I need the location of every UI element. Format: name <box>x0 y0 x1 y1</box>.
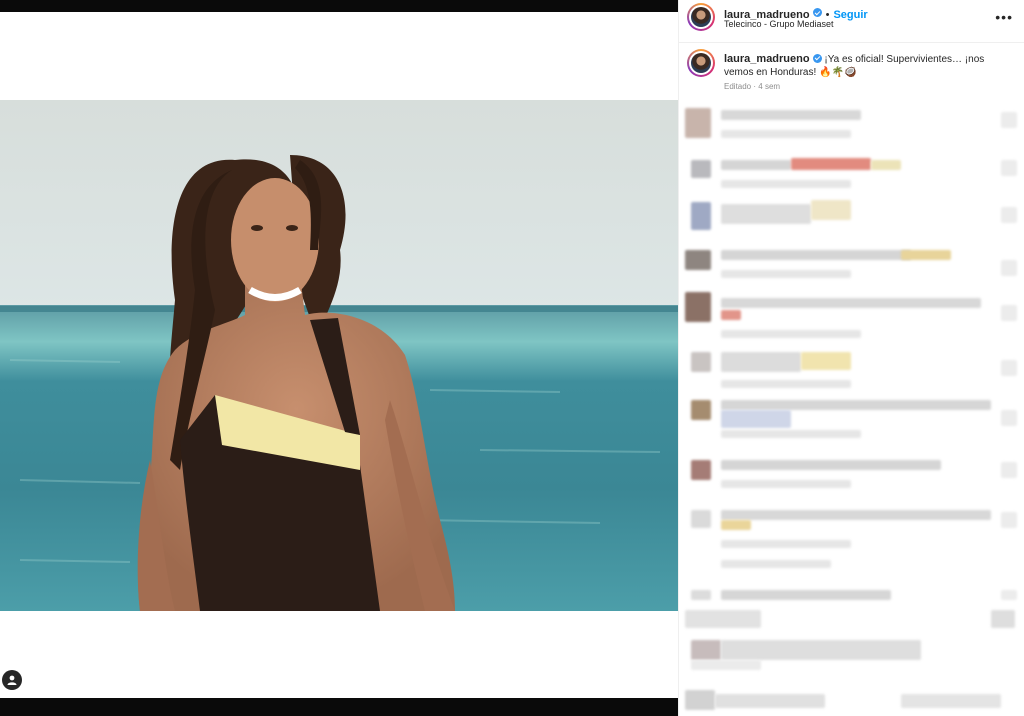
comment-avatar[interactable] <box>691 590 711 600</box>
heart-icon[interactable] <box>1001 112 1017 128</box>
post-header: laura_madrueno • Seguir Telecinco - Grupo … <box>679 0 1024 43</box>
heart-icon[interactable] <box>1001 590 1017 600</box>
comment-text <box>901 694 1001 708</box>
comment-text <box>721 460 941 470</box>
avatar[interactable] <box>687 3 715 31</box>
comment-avatar[interactable] <box>685 292 711 322</box>
comment-text <box>721 110 861 120</box>
comment-emoji <box>721 520 751 530</box>
comment-meta <box>721 330 861 338</box>
comment-meta <box>721 430 861 438</box>
comment-avatar[interactable] <box>691 510 711 528</box>
edited-label: Editado <box>724 82 752 91</box>
comment-avatar[interactable] <box>685 108 711 138</box>
more-options-icon[interactable]: ••• <box>995 9 1013 25</box>
comment-meta <box>721 560 831 568</box>
meta-separator: · <box>753 82 757 91</box>
caption-text-block: laura_madrueno ¡Ya es oficial! Supervivi… <box>724 53 1009 79</box>
post-time[interactable]: 4 sem <box>758 82 780 91</box>
verified-badge-icon <box>812 53 822 63</box>
comment-meta <box>721 270 851 278</box>
user-icon <box>7 675 17 685</box>
comment-text <box>721 160 791 170</box>
heart-icon[interactable] <box>1001 512 1017 528</box>
location-link[interactable]: Telecinco - Grupo Mediaset <box>724 19 834 29</box>
comment-emoji <box>811 200 851 220</box>
comment-emoji <box>721 410 791 428</box>
comment-meta <box>721 180 851 188</box>
comment-text <box>721 590 891 600</box>
post-side-panel: laura_madrueno • Seguir Telecinco - Grupo … <box>678 0 1024 716</box>
comment-text <box>721 400 991 410</box>
heart-icon[interactable] <box>1001 305 1017 321</box>
comment-avatar[interactable] <box>691 460 711 480</box>
post-photo[interactable] <box>0 100 678 611</box>
heart-icon[interactable] <box>1001 410 1017 426</box>
comment-meta <box>721 480 851 488</box>
comment-emoji <box>901 250 951 260</box>
comment-emoji <box>721 310 741 320</box>
comment-avatar[interactable] <box>685 690 715 710</box>
comment-text <box>721 298 981 308</box>
heart-icon[interactable] <box>1001 160 1017 176</box>
comment-avatar[interactable] <box>691 400 711 420</box>
comment-meta <box>721 540 851 548</box>
caption-username-link[interactable]: laura_madrueno <box>724 53 810 65</box>
heart-icon[interactable] <box>991 610 1015 628</box>
comment-emoji <box>871 160 901 170</box>
heart-icon[interactable] <box>1001 207 1017 223</box>
comment-avatar[interactable] <box>685 250 711 270</box>
comment-avatar[interactable] <box>691 352 711 372</box>
follow-button[interactable]: Seguir <box>833 9 867 21</box>
comment-emoji <box>791 158 871 170</box>
comment-text <box>721 352 801 372</box>
caption-avatar[interactable] <box>687 49 715 77</box>
comment-text <box>721 510 991 520</box>
caption-meta: Editado · 4 sem <box>724 82 780 91</box>
heart-icon[interactable] <box>1001 462 1017 478</box>
post-media[interactable] <box>0 0 678 716</box>
beach-portrait-image <box>0 100 678 611</box>
comment-meta <box>721 130 851 138</box>
comment-avatar[interactable] <box>691 202 711 230</box>
comment-text <box>721 204 811 224</box>
comment-text <box>685 610 761 628</box>
tagged-user-button[interactable] <box>2 670 22 690</box>
comment-text <box>721 250 911 260</box>
comment-meta <box>691 660 761 670</box>
comment-text <box>715 694 825 708</box>
comment-avatar[interactable] <box>691 160 711 178</box>
verified-badge-icon <box>812 8 822 18</box>
bottom-edge <box>0 698 678 716</box>
top-edge <box>0 0 678 12</box>
comment-avatar[interactable] <box>691 640 721 660</box>
comment-meta <box>721 380 851 388</box>
comment-text <box>721 640 921 660</box>
heart-icon[interactable] <box>1001 260 1017 276</box>
heart-icon[interactable] <box>1001 360 1017 376</box>
comment-emoji <box>801 352 851 370</box>
